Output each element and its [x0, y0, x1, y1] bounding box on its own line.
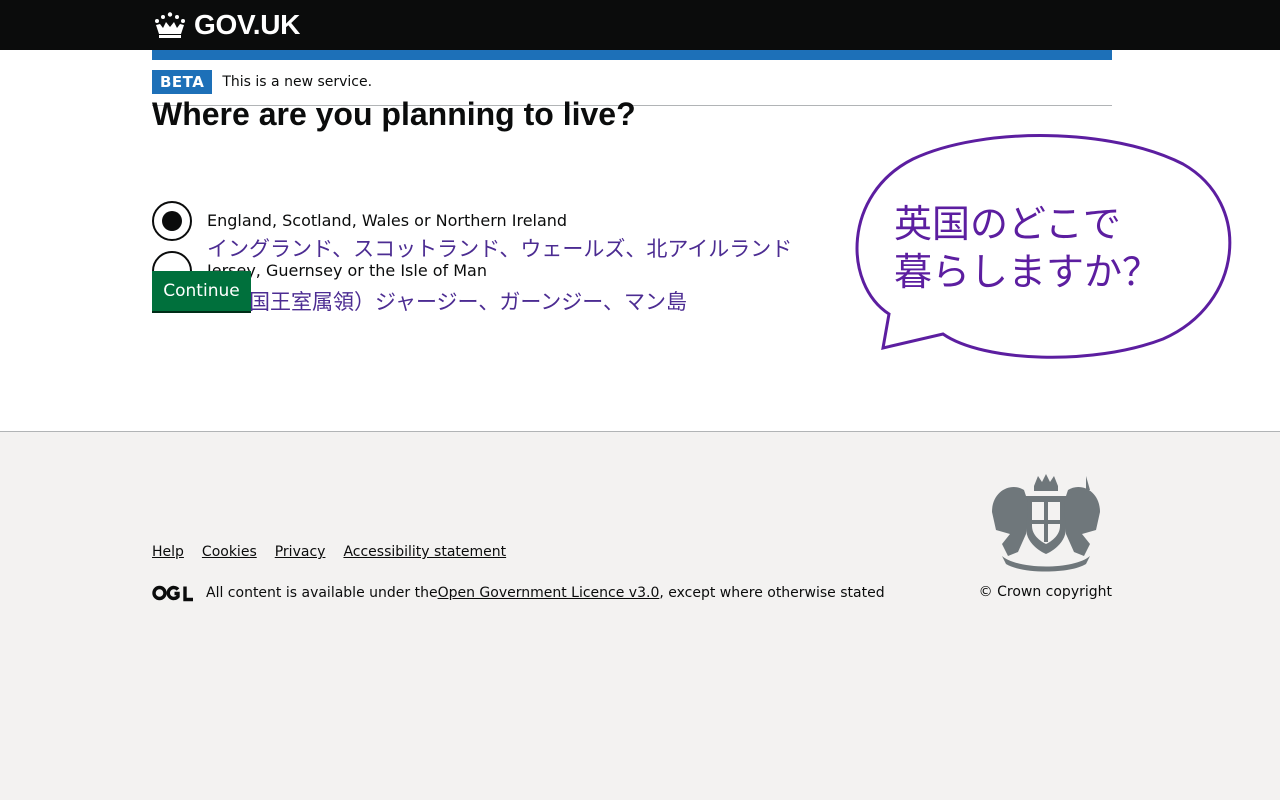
royal-coat-of-arms-icon — [992, 474, 1100, 572]
copyright-text: © Crown copyright — [978, 584, 1112, 600]
speech-bubble-line2: 暮らしますか？ — [894, 250, 1161, 294]
speech-bubble-text: 英国のどこで 暮らしますか？ — [894, 200, 1214, 296]
phase-tag: BETA — [152, 70, 213, 94]
footer-links: Help Cookies Privacy Accessibility state… — [152, 544, 506, 560]
continue-button[interactable]: Continue — [152, 271, 251, 311]
footer-link-privacy[interactable]: Privacy — [275, 544, 326, 560]
licence-link[interactable]: Open Government Licence v3.0 — [438, 585, 660, 601]
radio-england-scotland-wales-ni[interactable] — [152, 201, 192, 241]
govuk-logo-link[interactable]: GOV.UK — [152, 8, 300, 42]
header: GOV.UK — [0, 0, 1280, 50]
licence-prefix: All content is available under the — [206, 585, 438, 601]
footer-link-accessibility[interactable]: Accessibility statement — [343, 544, 506, 560]
radio-label-england[interactable]: England, Scotland, Wales or Northern Ire… — [207, 211, 567, 230]
annotation-england: イングランド、スコットランド、ウェールズ、北アイルランド — [207, 237, 793, 261]
logo-text: GOV.UK — [194, 9, 301, 40]
crown-icon — [155, 12, 185, 38]
licence-suffix: , except where otherwise stated — [659, 585, 885, 601]
licence-row: All content is available under the Open … — [152, 584, 885, 602]
phase-text: This is a new service. — [222, 74, 373, 90]
annotation-jersey: （英国王室属領）ジャージー、ガーンジー、マン島 — [207, 290, 688, 314]
footer-link-cookies[interactable]: Cookies — [202, 544, 257, 560]
footer-link-help[interactable]: Help — [152, 544, 184, 560]
header-blue-bar — [152, 50, 1112, 60]
footer: Help Cookies Privacy Accessibility state… — [0, 431, 1280, 800]
ogl-logo-icon — [152, 585, 193, 602]
speech-bubble-line1: 英国のどこで — [894, 202, 1121, 246]
page-title: Where are you planning to live? — [152, 96, 636, 132]
